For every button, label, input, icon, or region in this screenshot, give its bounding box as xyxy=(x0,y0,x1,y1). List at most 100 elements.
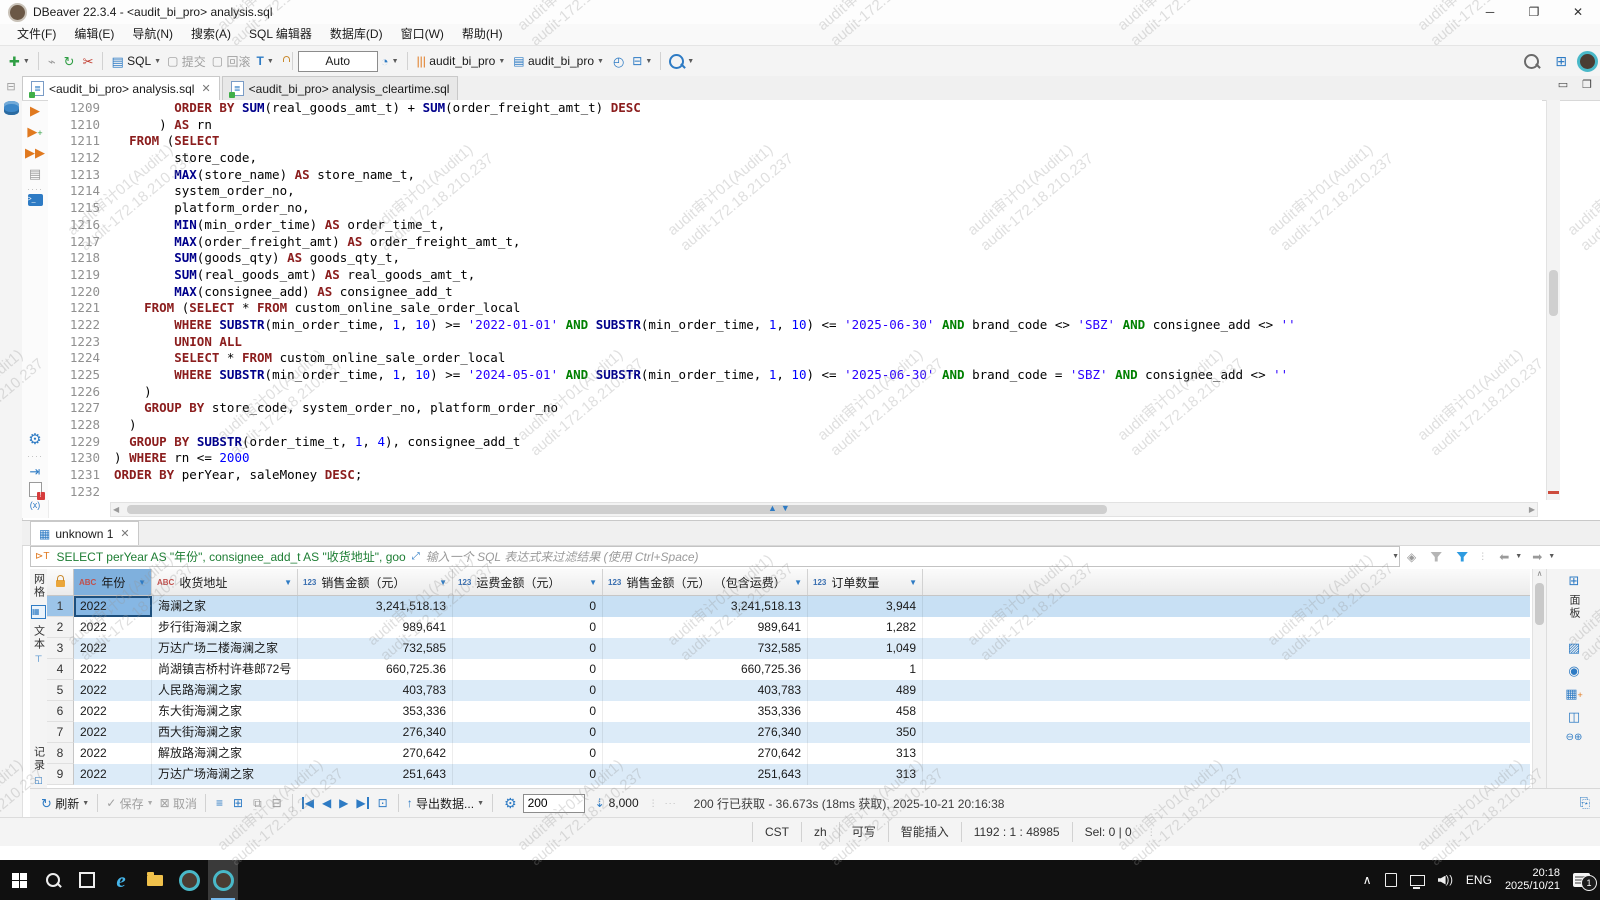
execute-script-icon[interactable]: ▶▶ xyxy=(25,146,45,159)
table-cell[interactable]: 251,643 xyxy=(298,764,453,785)
table-cell[interactable]: 0 xyxy=(453,722,603,743)
metadata-panel-icon[interactable]: ◉ xyxy=(1568,664,1579,677)
open-perspective-icon[interactable]: ⊞ xyxy=(1555,54,1567,68)
prev-page-icon[interactable]: ◀ xyxy=(322,797,331,809)
table-row[interactable]: 72022西大街海澜之家276,3400276,340350 xyxy=(47,722,1530,743)
last-page-icon[interactable]: ▶ xyxy=(356,797,368,809)
minimize-icon[interactable]: ─ xyxy=(1468,0,1512,24)
column-dropdown-icon[interactable]: ▼ xyxy=(788,578,802,587)
table-cell[interactable]: 660,725.36 xyxy=(298,659,453,680)
results-tab-unknown1[interactable]: ▦ unknown 1 ✕ xyxy=(30,521,139,545)
line-number[interactable]: 1212 xyxy=(48,150,114,167)
line-number[interactable]: 1220 xyxy=(48,284,114,301)
table-cell[interactable]: 353,336 xyxy=(603,701,808,722)
table-cell[interactable]: 989,641 xyxy=(603,617,808,638)
rollback-button[interactable]: ▢ 回滚 xyxy=(209,51,254,72)
column-dropdown-icon[interactable]: ▼ xyxy=(903,578,917,587)
grid-corner-cell[interactable] xyxy=(47,569,74,595)
line-number[interactable]: 1209 xyxy=(48,100,114,117)
table-cell[interactable]: 解放路海澜之家 xyxy=(152,743,298,764)
column-dropdown-icon[interactable]: ▼ xyxy=(132,578,146,587)
tab-analysis-cleartime-sql[interactable]: ≣ <audit_bi_pro> analysis_cleartime.sql xyxy=(222,76,459,100)
menu-item[interactable]: SQL 编辑器 xyxy=(240,24,321,45)
table-cell[interactable]: 0 xyxy=(453,743,603,764)
line-number[interactable]: 1210 xyxy=(48,117,114,134)
table-cell[interactable]: 2022 xyxy=(74,764,152,785)
table-cell[interactable]: 2022 xyxy=(74,722,152,743)
dashboard-icon[interactable]: ◴ xyxy=(613,55,624,68)
line-number[interactable]: 1221 xyxy=(48,300,114,317)
scroll-right-icon[interactable]: ▶ xyxy=(1529,506,1535,514)
first-page-icon[interactable]: ◀ xyxy=(302,797,314,809)
internet-explorer-icon[interactable]: e xyxy=(106,860,136,900)
fetch-all-icon[interactable]: ⊡ xyxy=(378,797,388,809)
table-cell[interactable]: 403,783 xyxy=(603,680,808,701)
edit-value-icon[interactable]: ≡ xyxy=(216,797,223,809)
start-button[interactable] xyxy=(4,860,34,900)
tab-analysis-sql[interactable]: ≣ <audit_bi_pro> analysis.sql ✕ xyxy=(22,76,220,100)
value-viewer-icon[interactable]: ▨ xyxy=(1568,641,1580,654)
task-view-icon[interactable] xyxy=(72,860,102,900)
table-cell[interactable]: 251,643 xyxy=(603,764,808,785)
menu-item[interactable]: 编辑(E) xyxy=(65,24,123,45)
error-document-icon[interactable]: ! xyxy=(29,482,42,497)
transaction-mode-button[interactable]: T▼ xyxy=(253,53,276,69)
table-cell[interactable]: 403,783 xyxy=(298,680,453,701)
grid-vertical-scrollbar[interactable]: ∧ xyxy=(1532,569,1546,788)
nav-back-icon[interactable]: ⬅ xyxy=(1499,551,1509,563)
export-result-icon[interactable]: ⇥ xyxy=(30,465,41,478)
sql-console-icon[interactable]: >_ xyxy=(28,194,43,206)
table-cell[interactable]: 人民路海澜之家 xyxy=(152,680,298,701)
row-number[interactable]: 4 xyxy=(47,659,74,680)
quick-access-search-icon[interactable] xyxy=(1524,54,1539,69)
line-number[interactable]: 1217 xyxy=(48,234,114,251)
row-number[interactable]: 3 xyxy=(47,638,74,659)
dbeaver-app-icon[interactable] xyxy=(174,860,204,900)
table-cell[interactable]: 2022 xyxy=(74,680,152,701)
new-connection-button[interactable]: ✚▼ xyxy=(6,53,33,70)
column-header-3[interactable]: 123销售金额（元）▼ xyxy=(298,569,453,595)
table-row[interactable]: 52022人民路海澜之家403,7830403,783489 xyxy=(47,680,1530,701)
table-row[interactable]: 62022东大街海澜之家353,3360353,336458 xyxy=(47,701,1530,722)
delete-row-icon[interactable]: ⊟ xyxy=(272,797,282,809)
dbeaver-perspective-icon[interactable] xyxy=(1577,51,1598,72)
line-number[interactable]: 1226 xyxy=(48,384,114,401)
settings-gear-icon[interactable]: ⚙ xyxy=(28,432,41,447)
explain-plan-icon[interactable]: ▤ xyxy=(29,167,41,180)
line-number[interactable]: 1230 xyxy=(48,450,114,467)
filter-input[interactable]: ⊳T SELECT perYear AS "年份", consignee_add… xyxy=(30,546,1400,567)
table-cell[interactable]: 489 xyxy=(808,680,923,701)
table-cell[interactable]: 0 xyxy=(453,764,603,785)
erase-filter-icon[interactable]: ◈ xyxy=(1407,551,1416,563)
table-cell[interactable]: 1,282 xyxy=(808,617,923,638)
sash-maximize-controls[interactable]: ▲▼ xyxy=(768,503,790,513)
row-limit-input[interactable] xyxy=(523,794,585,813)
line-number[interactable]: 1225 xyxy=(48,367,114,384)
aggregate-panel-icon[interactable]: ▦+ xyxy=(1565,687,1583,700)
expand-filter-icon[interactable]: ⤢ xyxy=(412,551,420,562)
row-number[interactable]: 6 xyxy=(47,701,74,722)
schema-selector[interactable]: ▤ audit_bi_pro▼ xyxy=(509,53,608,69)
next-page-icon[interactable]: ▶ xyxy=(339,797,348,809)
close-icon[interactable]: ✕ xyxy=(1556,0,1600,24)
table-cell[interactable]: 海澜之家 xyxy=(152,596,298,617)
tx-timeout-button[interactable]: ◔▼ xyxy=(378,53,402,70)
close-tab-icon[interactable]: ✕ xyxy=(201,82,210,95)
table-cell[interactable]: 270,642 xyxy=(298,743,453,764)
table-cell[interactable]: 1 xyxy=(808,659,923,680)
filter-history-dropdown-icon[interactable]: ▼ xyxy=(1392,553,1399,560)
table-row[interactable]: 92022万达广场海澜之家251,6430251,643313 xyxy=(47,764,1530,785)
line-number[interactable]: 1218 xyxy=(48,250,114,267)
add-row-icon[interactable]: ⊞ xyxy=(233,797,243,809)
line-number[interactable]: 1222 xyxy=(48,317,114,334)
calc-panel-icon[interactable]: ⊖⊕ xyxy=(1566,733,1583,743)
column-header-2[interactable]: ABC收货地址▼ xyxy=(152,569,298,595)
copy-results-icon[interactable]: ⎘ xyxy=(1580,795,1590,811)
table-cell[interactable]: 2022 xyxy=(74,659,152,680)
reconnect-icon[interactable]: ↻ xyxy=(64,55,75,68)
table-cell[interactable]: 0 xyxy=(453,638,603,659)
table-cell[interactable]: 2022 xyxy=(74,638,152,659)
menu-item[interactable]: 数据库(D) xyxy=(321,24,392,45)
commit-mode-button[interactable]: ⊟▼ xyxy=(629,53,655,69)
table-cell[interactable]: 2022 xyxy=(74,617,152,638)
